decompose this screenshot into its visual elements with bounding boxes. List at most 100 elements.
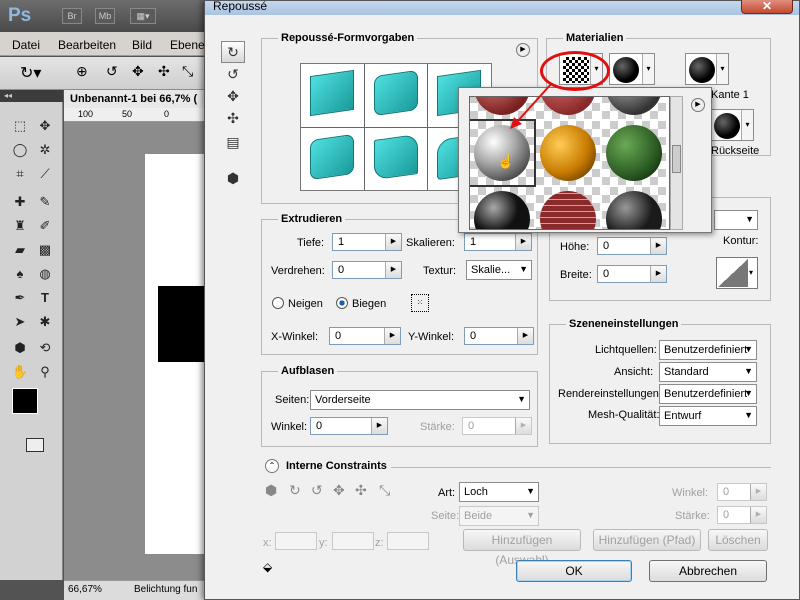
x-field[interactable]: [275, 532, 317, 550]
constraint-strength-input[interactable]: 0 ▶: [717, 506, 767, 524]
constraint-slide-icon[interactable]: ✣: [355, 482, 367, 499]
scale-object-tool-icon[interactable]: ▤: [221, 131, 245, 153]
scrollbar-thumb[interactable]: [672, 145, 681, 173]
add-selection-button[interactable]: Hinzufügen (Auswahl): [463, 529, 581, 567]
3d-rotate-tool-icon[interactable]: ⬢: [10, 338, 30, 358]
mesh-quality-select[interactable]: Entwurf ▼: [659, 406, 757, 426]
healing-tool-icon[interactable]: ✚: [10, 192, 30, 212]
bridge-button[interactable]: Br: [62, 8, 82, 24]
object-scale-icon[interactable]: ⤡: [182, 63, 193, 80]
delete-button[interactable]: Löschen: [708, 529, 768, 551]
constraint-roll-icon[interactable]: ↺: [311, 482, 323, 499]
constraint-type-select[interactable]: Loch ▼: [459, 482, 539, 502]
mini-bridge-button[interactable]: Mb: [95, 8, 115, 24]
screen-mode-icon[interactable]: ▦▾: [130, 8, 156, 24]
blur-tool-icon[interactable]: ♠: [10, 264, 30, 284]
rotate-object-tool-icon[interactable]: ↻: [221, 41, 245, 63]
material-bevel1-button[interactable]: ▾: [685, 53, 729, 85]
shape-tool-icon[interactable]: ✱: [35, 312, 55, 332]
y-angle-input[interactable]: 0 ▶: [464, 327, 534, 345]
spin-icon[interactable]: ▶: [650, 238, 666, 254]
3d-orbit-tool-icon[interactable]: ⟲: [35, 338, 55, 358]
history-brush-tool-icon[interactable]: ✐: [35, 216, 55, 236]
eyedropper-tool-icon[interactable]: ⟋: [35, 164, 55, 184]
close-button[interactable]: ✕: [741, 0, 793, 14]
collapse-icon[interactable]: ⌃: [265, 459, 279, 473]
menu-ebene[interactable]: Ebene: [170, 38, 205, 52]
constraint-drag-icon[interactable]: ✥: [333, 482, 345, 499]
inflate-strength-input[interactable]: 0 ▶: [462, 417, 532, 435]
constraint-angle-input[interactable]: 0 ▶: [717, 483, 767, 501]
pen-tool-icon[interactable]: ✒: [10, 288, 30, 308]
zoom-level[interactable]: 66,67%: [68, 584, 102, 595]
type-tool-icon[interactable]: T: [35, 288, 55, 308]
camera-3d-icon[interactable]: ⬢: [221, 167, 245, 189]
material-thumbnail[interactable]: [602, 187, 666, 229]
constraint-rotate-icon[interactable]: ↻: [289, 482, 301, 499]
brush-tool-icon[interactable]: ✎: [35, 192, 55, 212]
twist-input[interactable]: 0 ▶: [332, 261, 402, 279]
chevron-down-icon[interactable]: ▾: [642, 54, 654, 84]
constraint-select-icon[interactable]: ⬢: [265, 482, 277, 499]
popup-scrollbar[interactable]: [670, 96, 683, 230]
object-roll-icon[interactable]: ↺: [106, 63, 118, 80]
inflate-angle-input[interactable]: 0 ▶: [310, 417, 388, 435]
slide-object-tool-icon[interactable]: ✣: [221, 107, 245, 129]
marquee-tool-icon[interactable]: ⬚: [10, 116, 30, 136]
gradient-tool-icon[interactable]: ▩: [35, 240, 55, 260]
preset-thumbnail[interactable]: [364, 127, 428, 190]
presets-menu-button[interactable]: ▶: [516, 43, 530, 57]
tool-preset-icon[interactable]: ↻▾: [20, 63, 41, 83]
spin-icon[interactable]: ▶: [384, 328, 400, 344]
lights-select[interactable]: Benutzerdefiniert ▼: [659, 340, 757, 360]
cancel-button[interactable]: Abbrechen: [649, 560, 767, 582]
z-field[interactable]: [387, 532, 429, 550]
bend-radio[interactable]: [336, 297, 348, 309]
chevron-down-icon[interactable]: ▾: [741, 110, 753, 140]
hand-tool-icon[interactable]: ✋: [10, 362, 30, 382]
material-thumbnail[interactable]: [470, 187, 534, 229]
y-field[interactable]: [332, 532, 374, 550]
quick-mask-icon[interactable]: [26, 438, 44, 452]
popup-menu-button[interactable]: ▶: [691, 98, 705, 112]
spin-icon[interactable]: ▶: [650, 266, 666, 282]
zoom-tool-icon[interactable]: ⚲: [35, 362, 55, 382]
foreground-color-swatch[interactable]: [12, 388, 38, 414]
preset-thumbnail[interactable]: [301, 127, 364, 190]
constraint-side-select[interactable]: Beide ▼: [459, 506, 539, 526]
spin-icon[interactable]: ▶: [517, 328, 533, 344]
path-select-tool-icon[interactable]: ➤: [10, 312, 30, 332]
reference-point-icon[interactable]: ⁙: [411, 294, 429, 312]
spin-icon[interactable]: ▶: [385, 262, 401, 278]
crop-tool-icon[interactable]: ⌗: [10, 164, 30, 184]
scale-input[interactable]: 1 ▶: [464, 233, 532, 251]
preview-toggle-icon[interactable]: ⬙: [263, 560, 272, 574]
height-input[interactable]: 0 ▶: [597, 237, 667, 255]
menu-datei[interactable]: Datei: [12, 38, 40, 52]
roll-object-tool-icon[interactable]: ↺: [221, 63, 245, 85]
preset-thumbnail[interactable]: [364, 64, 428, 127]
bevel-side-select[interactable]: ▼: [714, 210, 758, 230]
chevron-down-icon[interactable]: ▾: [716, 54, 728, 84]
texture-select[interactable]: Skalie... ▼: [466, 260, 532, 280]
preset-thumbnail[interactable]: [301, 64, 364, 127]
document-tab[interactable]: Unbenannt-1 bei 66,7% (: [64, 90, 214, 108]
spin-icon[interactable]: ▶: [515, 234, 531, 250]
material-front-button[interactable]: ▾: [609, 53, 655, 85]
render-settings-select[interactable]: Benutzerdefiniert ▼: [659, 384, 757, 404]
stamp-tool-icon[interactable]: ♜: [10, 216, 30, 236]
constraint-scale-icon[interactable]: ⤡: [379, 482, 390, 499]
spin-icon[interactable]: ▶: [385, 234, 401, 250]
object-slide-icon[interactable]: ✣: [158, 63, 170, 80]
eraser-tool-icon[interactable]: ▰: [10, 240, 30, 260]
add-path-button[interactable]: Hinzufügen (Pfad): [593, 529, 701, 551]
object-drag-icon[interactable]: ✥: [132, 63, 144, 80]
magic-wand-tool-icon[interactable]: ✲: [35, 140, 55, 160]
menu-bild[interactable]: Bild: [132, 38, 152, 52]
drag-object-tool-icon[interactable]: ✥: [221, 85, 245, 107]
contour-picker[interactable]: ▾: [716, 257, 758, 289]
width-input[interactable]: 0 ▶: [597, 265, 667, 283]
x-angle-input[interactable]: 0 ▶: [329, 327, 401, 345]
tilt-radio[interactable]: [272, 297, 284, 309]
dodge-tool-icon[interactable]: ◍: [35, 264, 55, 284]
